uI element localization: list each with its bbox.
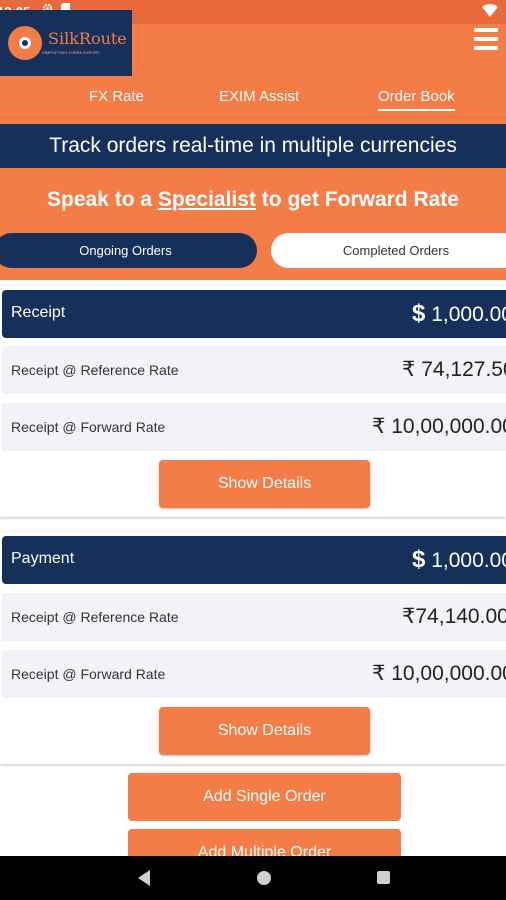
- show-details-button[interactable]: Show Details: [159, 460, 370, 508]
- logo-tagline: SIMPLIFYING FOREX EXPORT: [42, 50, 100, 55]
- wifi-icon: [482, 4, 498, 17]
- order-amount: $ 1,000.00: [412, 546, 506, 573]
- rate-row: Receipt @ Reference Rate ₹ 74,127.50: [2, 346, 506, 394]
- tab-order-book[interactable]: Order Book: [378, 88, 455, 111]
- order-card-header: Payment $ 1,000.00: [2, 536, 506, 584]
- order-type: Receipt: [11, 304, 66, 321]
- rate-row: Receipt @ Forward Rate ₹ 10,00,000.00: [2, 650, 506, 698]
- specialist-cta: Speak to a Specialist to get Forward Rat…: [47, 188, 459, 211]
- completed-orders-toggle[interactable]: Completed Orders: [271, 233, 506, 268]
- specialist-area: Speak to a Specialist to get Forward Rat…: [0, 168, 506, 280]
- rate-label: Receipt @ Forward Rate: [11, 419, 166, 435]
- order-card-header: Receipt $ 1,000.00: [2, 290, 506, 338]
- back-icon[interactable]: [138, 870, 150, 886]
- order-card-receipt: Receipt $ 1,000.00 Receipt @ Reference R…: [0, 286, 506, 517]
- tab-exim-assist[interactable]: EXIM Assist: [219, 88, 299, 105]
- rate-row: Receipt @ Forward Rate ₹ 10,00,000.00: [2, 403, 506, 451]
- tab-fx-rate[interactable]: FX Rate: [89, 88, 144, 105]
- app-header: SilkRoute SIMPLIFYING FOREX EXPORT FX Ra…: [0, 10, 506, 124]
- rupee-icon: ₹: [372, 415, 386, 438]
- rate-label: Receipt @ Forward Rate: [11, 666, 166, 682]
- rate-value: ₹ 74,127.50: [402, 358, 506, 381]
- ongoing-orders-toggle[interactable]: Ongoing Orders: [0, 233, 257, 268]
- rate-row: Receipt @ Reference Rate ₹74,140.00: [2, 593, 506, 641]
- rate-value: ₹ 10,00,000.00: [372, 415, 506, 438]
- add-single-order-button[interactable]: Add Single Order: [128, 773, 401, 821]
- rate-label: Receipt @ Reference Rate: [11, 609, 179, 625]
- rate-value: ₹ 10,00,000.00: [372, 662, 506, 685]
- logo-text: SilkRoute: [48, 29, 127, 48]
- dollar-icon: $: [412, 546, 426, 573]
- order-type: Payment: [11, 550, 75, 567]
- system-nav-bar: [0, 856, 506, 900]
- specialist-link[interactable]: Specialist: [158, 188, 256, 211]
- location-pin-icon: [8, 26, 42, 60]
- rupee-icon: ₹: [402, 605, 416, 628]
- silkroute-logo[interactable]: SilkRoute SIMPLIFYING FOREX EXPORT: [0, 10, 132, 76]
- banner: Track orders real-time in multiple curre…: [0, 124, 506, 168]
- hamburger-menu-icon[interactable]: [474, 28, 498, 50]
- dollar-icon: $: [412, 300, 426, 327]
- rate-value: ₹74,140.00: [402, 605, 506, 628]
- order-card-payment: Payment $ 1,000.00 Receipt @ Reference R…: [0, 532, 506, 764]
- rupee-icon: ₹: [402, 358, 416, 381]
- rate-label: Receipt @ Reference Rate: [11, 362, 179, 378]
- show-details-button[interactable]: Show Details: [159, 707, 370, 755]
- recent-apps-icon[interactable]: [377, 871, 390, 884]
- order-amount: $ 1,000.00: [412, 300, 506, 327]
- main-nav: FX Rate EXIM Assist Order Book: [0, 88, 506, 116]
- rupee-icon: ₹: [372, 662, 386, 685]
- home-icon[interactable]: [257, 871, 271, 885]
